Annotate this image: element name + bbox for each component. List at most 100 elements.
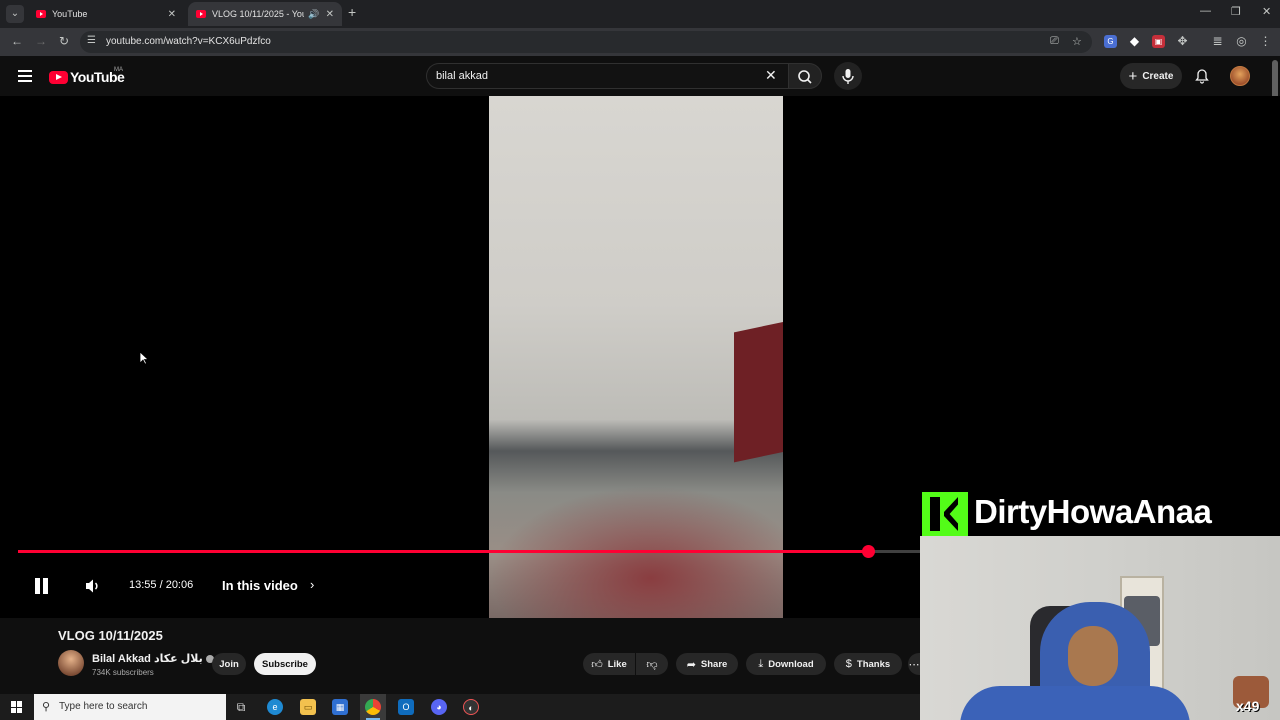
close-window-button[interactable]: ✕	[1262, 5, 1271, 18]
streamer-name: DirtyHowaAnaa	[974, 493, 1212, 530]
volume-button[interactable]	[84, 578, 102, 599]
webcam-person-body	[960, 686, 1190, 720]
minimize-button[interactable]: —	[1200, 5, 1211, 17]
bookmark-star-icon[interactable]: ☆	[1072, 35, 1082, 48]
extension-diamond-icon[interactable]: ◆	[1128, 35, 1141, 48]
search-button[interactable]	[788, 63, 822, 89]
clear-search-icon[interactable]: ✕	[765, 67, 777, 84]
address-bar[interactable]: ☰ youtube.com/watch?v=KCX6uPdzfco ⎚ ☆	[80, 31, 1092, 53]
search-input[interactable]	[436, 70, 756, 82]
voice-search-button[interactable]	[834, 62, 862, 90]
download-label: Download	[768, 658, 814, 670]
chevron-right-icon[interactable]: ›	[310, 577, 314, 592]
streamer-name-overlay: DirtyHowaAnaa	[922, 492, 1280, 536]
search-icon	[798, 70, 812, 84]
app-icon[interactable]: ◐	[463, 699, 479, 715]
chrome-icon[interactable]	[365, 699, 381, 715]
media-control-icon[interactable]: ≣	[1211, 35, 1224, 48]
join-button[interactable]: Join	[212, 653, 246, 675]
profile-icon[interactable]: ◎	[1235, 35, 1248, 48]
channel-avatar[interactable]	[58, 650, 84, 676]
forward-button[interactable]: →	[35, 34, 47, 48]
guide-menu-icon[interactable]	[18, 70, 32, 85]
youtube-favicon-icon	[36, 10, 46, 18]
windows-start-icon[interactable]	[11, 701, 23, 713]
account-avatar[interactable]	[1230, 66, 1250, 86]
share-button[interactable]: ➦ Share	[676, 653, 738, 675]
notifications-button[interactable]	[1194, 68, 1210, 89]
like-button[interactable]: 👍︎ Like	[583, 653, 635, 675]
reload-button[interactable]: ↻	[59, 34, 69, 48]
tab-close-icon[interactable]: ✕	[326, 9, 334, 20]
mouse-cursor-icon	[139, 351, 149, 365]
video-frame	[489, 96, 783, 618]
youtube-masthead: YouTube MA ✕ +Create	[0, 56, 1280, 96]
join-label: Join	[219, 658, 239, 670]
download-button[interactable]: ⤓ Download	[746, 653, 826, 675]
search-icon: ⚲	[42, 701, 51, 713]
edge-icon[interactable]: e	[267, 699, 283, 715]
taskbar-search-placeholder: Type here to search	[59, 701, 148, 712]
browser-tabstrip: ⌄ YouTube ✕ VLOG 10/11/2025 - YouTube 🔊 …	[0, 0, 1280, 28]
subscribe-button[interactable]: Subscribe	[254, 653, 316, 675]
more-icon: ⋯	[908, 658, 920, 671]
region-code: MA	[114, 67, 123, 73]
taskbar-search[interactable]: ⚲ Type here to search	[34, 694, 226, 720]
progress-played	[18, 550, 868, 553]
tab-youtube[interactable]: YouTube ✕	[28, 2, 184, 26]
share-icon: ➦	[686, 658, 696, 671]
new-tab-button[interactable]: +	[348, 4, 356, 20]
tab-title: YouTube	[52, 9, 88, 19]
subscriber-count: 734K subscribers	[92, 668, 154, 677]
create-button[interactable]: + Create	[1120, 63, 1182, 89]
chapters-button[interactable]: In this video	[222, 578, 298, 593]
outlook-icon[interactable]: O	[398, 699, 414, 715]
youtube-favicon-icon	[196, 10, 206, 18]
progress-bar[interactable]	[18, 545, 922, 558]
subscribe-label: Subscribe	[262, 658, 308, 670]
restore-button[interactable]: ❐	[1231, 5, 1241, 18]
bell-icon	[1195, 69, 1209, 84]
channel-name[interactable]: Bilal Akkad بلال عكاد	[92, 652, 214, 665]
thanks-button[interactable]: $ Thanks	[834, 653, 902, 675]
video-title: VLOG 10/11/2025	[58, 628, 163, 643]
browser-toolbar: ← → ↻ ☰ youtube.com/watch?v=KCX6uPdzfco …	[0, 28, 1280, 56]
tab-search-icon[interactable]: ⌄	[6, 5, 24, 23]
tab-video[interactable]: VLOG 10/11/2025 - YouTube 🔊 ✕	[188, 2, 342, 26]
chrome-menu-icon[interactable]: ⋮	[1259, 35, 1272, 48]
pause-button[interactable]	[33, 578, 49, 594]
thanks-icon: $	[845, 658, 852, 670]
thumbs-up-icon: 👍︎	[591, 658, 603, 671]
windows-taskbar: ⚲ Type here to search ⧉ e ▭ ▦ O ◕ ◐	[0, 694, 920, 720]
tab-close-icon[interactable]: ✕	[168, 9, 176, 20]
store-icon[interactable]: ▦	[332, 699, 348, 715]
webcam-overlay: x49	[920, 536, 1280, 720]
youtube-play-icon	[49, 70, 68, 84]
volume-icon	[86, 579, 98, 593]
translate-extension-icon[interactable]: G	[1104, 35, 1117, 48]
url-text: youtube.com/watch?v=KCX6uPdzfco	[106, 36, 271, 47]
more-actions-button[interactable]: ⋯	[908, 653, 920, 675]
audio-playing-icon[interactable]: 🔊	[308, 9, 319, 20]
badge-count: x49	[1236, 698, 1260, 714]
pause-icon	[35, 578, 40, 594]
task-view-icon[interactable]: ⧉	[233, 699, 249, 715]
back-button[interactable]: ←	[11, 34, 23, 48]
scrubber-handle[interactable]	[861, 545, 875, 558]
extension-red-icon[interactable]: ▣	[1152, 35, 1165, 48]
dislike-button[interactable]: 👎︎	[636, 653, 668, 675]
kick-logo-icon	[922, 492, 968, 536]
thanks-label: Thanks	[856, 658, 891, 670]
discord-icon[interactable]: ◕	[431, 699, 447, 715]
install-app-icon[interactable]: ⎚	[1050, 35, 1059, 48]
like-label: Like	[607, 658, 627, 670]
video-content-shape	[734, 319, 783, 463]
screen: ⌄ YouTube ✕ VLOG 10/11/2025 - YouTube 🔊 …	[0, 0, 1280, 720]
video-details: VLOG 10/11/2025 Bilal Akkad بلال عكاد 73…	[0, 618, 920, 694]
thumbs-down-icon: 👎︎	[646, 658, 658, 671]
file-explorer-icon[interactable]: ▭	[300, 699, 316, 715]
site-info-icon[interactable]: ☰	[87, 35, 96, 46]
extensions-puzzle-icon[interactable]: ✥	[1176, 35, 1189, 48]
search-box[interactable]	[426, 63, 788, 89]
download-icon: ⤓	[758, 657, 764, 670]
